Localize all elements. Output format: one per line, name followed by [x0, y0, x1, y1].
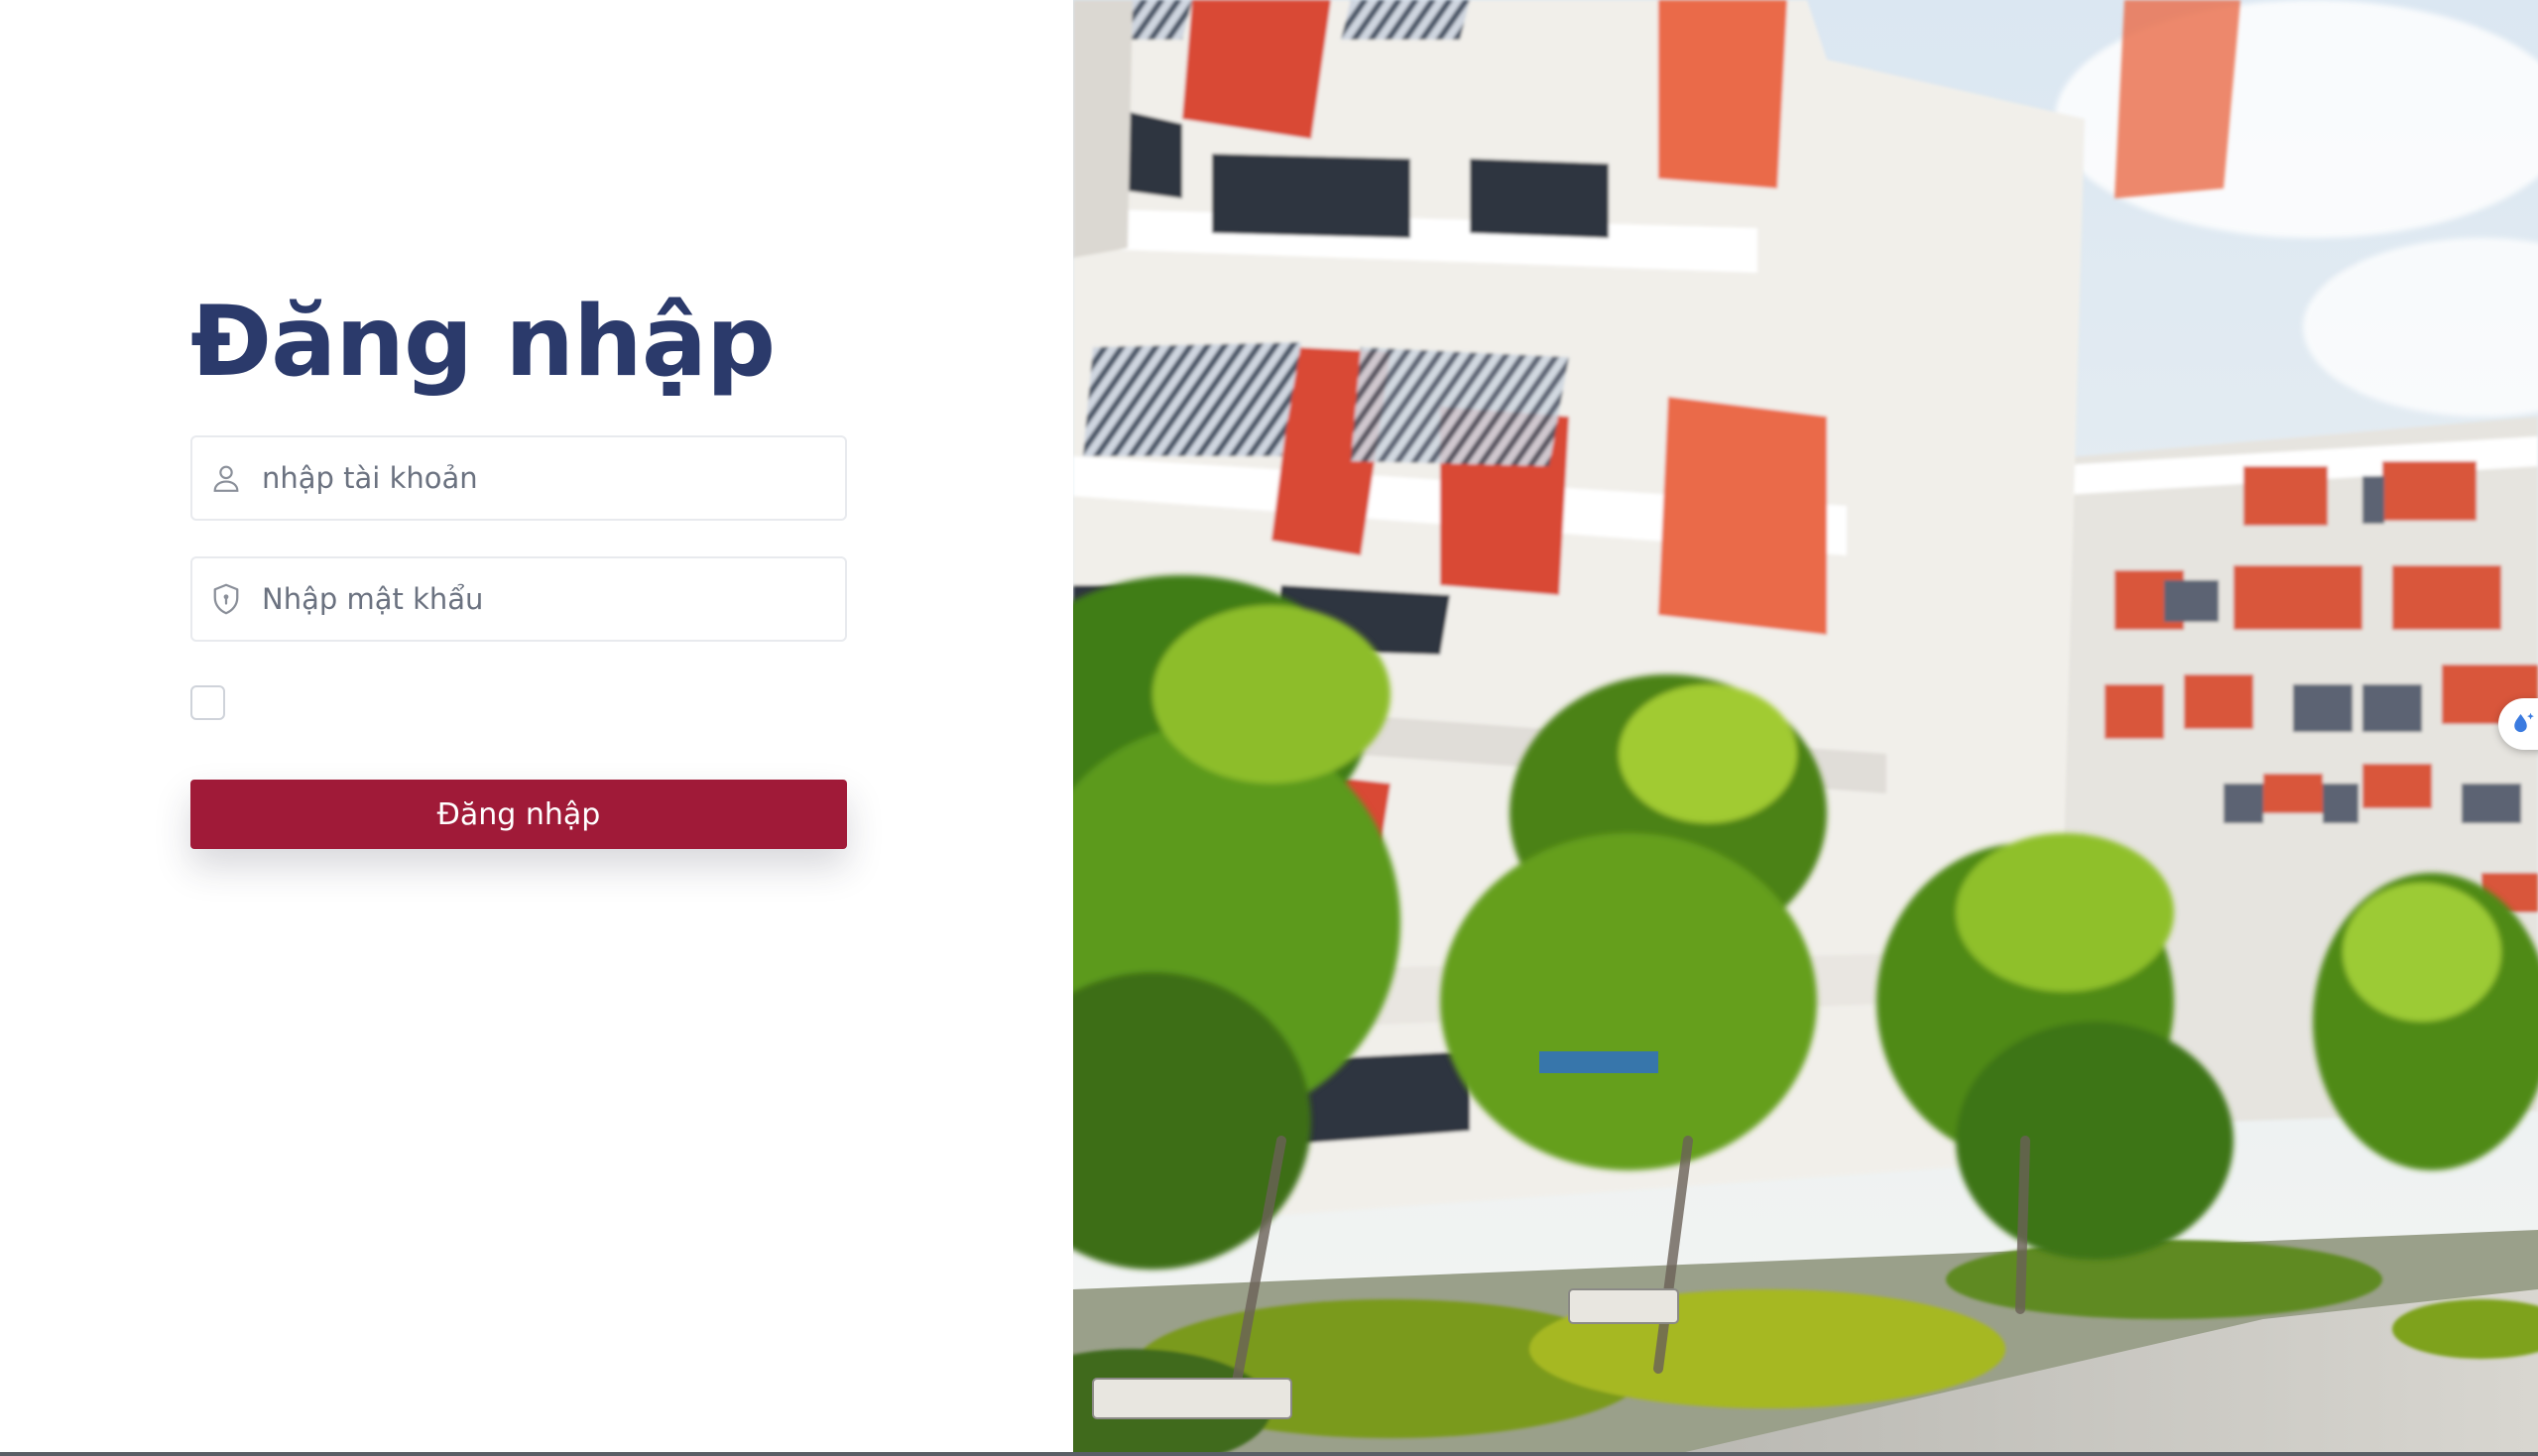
login-button[interactable]: Đăng nhập: [190, 780, 847, 849]
remember-checkbox[interactable]: [190, 684, 225, 720]
remember-row: [190, 684, 847, 720]
water-drop-sparkle-icon: [2508, 709, 2538, 739]
username-field[interactable]: [190, 435, 847, 521]
login-panel: Đăng nhập nhập tài khoản Đăng nhập: [0, 0, 1073, 1456]
hero-image: [1073, 0, 2538, 1456]
login-page: Đăng nhập nhập tài khoản Đăng nhập: [0, 0, 2538, 1456]
shield-lock-icon: [206, 579, 246, 619]
bottom-divider: [0, 1452, 2538, 1456]
login-form: Đăng nhập nhập tài khoản Đăng nhập: [190, 283, 847, 849]
user-icon: [206, 458, 246, 498]
username-input[interactable]: [262, 437, 845, 519]
campus-building-photo: [1073, 0, 2538, 1456]
password-field[interactable]: [190, 556, 847, 642]
password-input[interactable]: [262, 558, 845, 640]
page-title: Đăng nhập: [190, 286, 776, 399]
